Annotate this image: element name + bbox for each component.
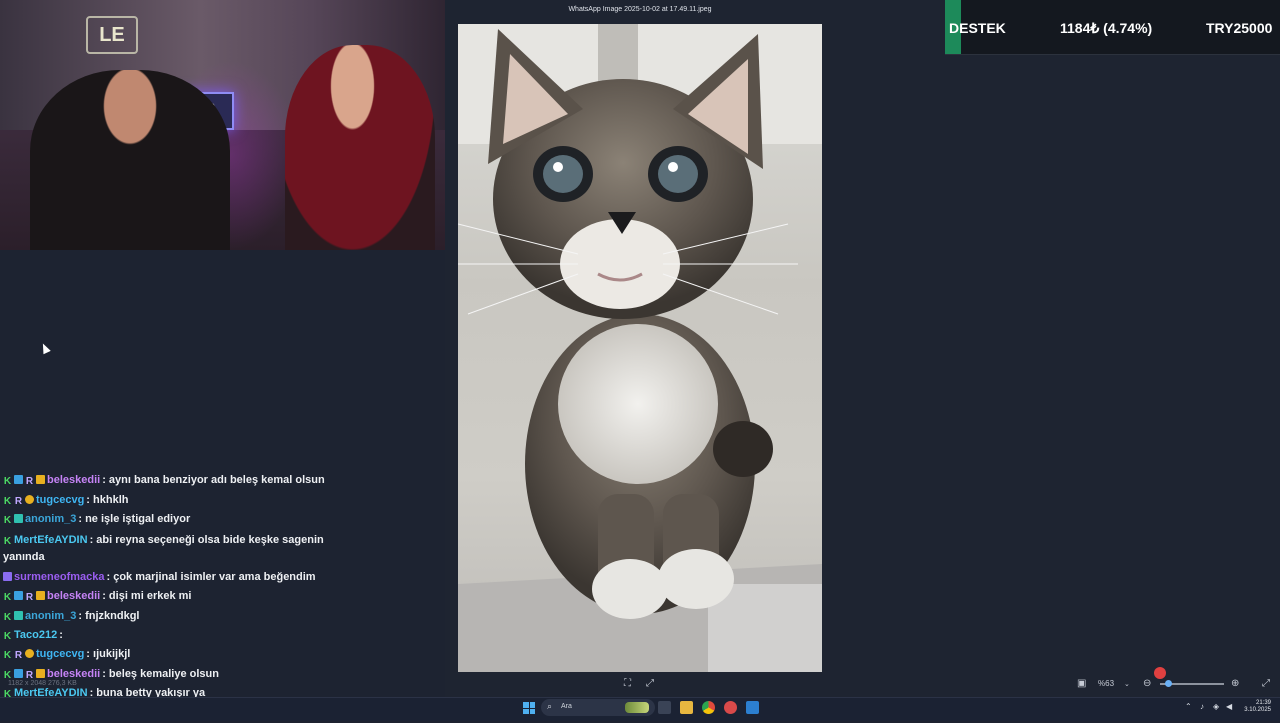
chevron-up-icon[interactable]: ⌃ — [1185, 702, 1192, 711]
chat-badge-k-icon: K — [3, 611, 12, 623]
chat-badge-k-icon: K — [3, 650, 12, 662]
chat-badge-r-icon: R — [25, 592, 34, 604]
chat-text: : ne işle iştigal ediyor — [78, 513, 191, 526]
chat-message: K Rbeleskedii: aynı bana benziyor adı bel… — [0, 472, 328, 489]
chat-message: K Rtugcecvg: ıjukijkjl — [0, 645, 445, 664]
chat-badge-purple-icon — [3, 571, 12, 581]
streamer-right — [285, 45, 435, 250]
search-highlight-icon — [625, 702, 649, 713]
chrome-icon[interactable] — [702, 701, 715, 714]
chat-badge-k-icon: K — [3, 476, 12, 487]
chat-message: surmeneofmacka: çok marjinal isimler var… — [0, 568, 445, 587]
kitten-illustration — [458, 24, 822, 672]
streamer-left — [30, 70, 230, 250]
image-title: WhatsApp Image 2025-10-02 at 17.49.11.jp… — [568, 6, 712, 13]
volume-icon[interactable]: ◀ — [1226, 702, 1232, 711]
webcam-feed: LE R — [0, 0, 445, 250]
donation-amount: 1184₺ (4.74%) — [1060, 20, 1153, 36]
chat-message: K Rtugcecvg: hkhklh — [0, 491, 445, 510]
chat-badge-k-icon: K — [3, 669, 12, 681]
obs-icon[interactable] — [724, 701, 737, 714]
chat-badge-crown-icon — [36, 668, 45, 678]
chat-badge-k-icon: K — [3, 631, 12, 643]
chat-message: K Taco212: — [0, 626, 445, 645]
search-placeholder: Ara — [561, 703, 572, 710]
clock-time: 21:39 — [1255, 700, 1271, 706]
taskbar-search[interactable]: ⌕ Ara — [541, 699, 655, 716]
chat-message: K MertEfeAYDIN: abi reyna seçeneği olsa b… — [0, 532, 328, 566]
chat-message: Kanonim_3: fnjzkndkgl — [0, 607, 445, 626]
zoom-in-icon[interactable]: ⊕ — [1231, 678, 1239, 689]
chat-badge-k-icon: K — [3, 496, 12, 507]
start-button[interactable] — [523, 702, 535, 714]
chat-username[interactable]: tugcecvg — [36, 494, 84, 506]
chat-text: : — [59, 629, 63, 642]
chat-username[interactable]: anonim_3 — [25, 513, 76, 525]
chat-text: : hkhklh — [86, 494, 129, 506]
chat-badge-star-icon — [14, 475, 23, 484]
microphone-icon[interactable]: ♪ — [1200, 702, 1204, 711]
chat-badge-r-icon: R — [14, 650, 23, 662]
image-info: 1182 x 2048 276,3 KB — [8, 680, 77, 687]
zoom-out-icon[interactable]: ⊖ — [1143, 678, 1151, 689]
chat-message: Kanonim_3: ne işle iştigal ediyor — [0, 510, 445, 529]
donation-goal-bar: DESTEK 1184₺ (4.74%) TRY25000 — [945, 0, 1280, 55]
chat-badge-coin-icon — [25, 649, 34, 659]
chat-badge-grid-icon — [14, 610, 23, 620]
fit-screen-icon[interactable]: ⛶ — [624, 678, 631, 689]
chat-text: : çok marjinal isimler var ama beğendim — [106, 570, 316, 583]
notification-badge — [1154, 667, 1166, 679]
donation-label: DESTEK — [949, 20, 1006, 36]
chat-username[interactable]: beleskedii — [47, 590, 100, 602]
slideshow-icon[interactable]: ▣ — [1077, 678, 1086, 689]
zoom-level[interactable]: %63 — [1098, 679, 1114, 688]
zoom-slider-thumb[interactable] — [1165, 680, 1172, 687]
donation-goal: TRY25000 — [1206, 20, 1273, 36]
photos-app-icon[interactable] — [746, 701, 759, 714]
chat-badge-k-icon: K — [3, 535, 12, 547]
chat-text: : dişi mi erkek mi — [102, 590, 192, 603]
kitten-photo — [458, 24, 822, 672]
chat-text: : beleş kemaliye olsun — [102, 667, 219, 680]
chevron-down-icon[interactable]: ⌄ — [1124, 680, 1130, 688]
chat-username[interactable]: surmeneofmacka — [14, 571, 105, 583]
chat-badge-star-icon — [14, 591, 23, 601]
chat-username[interactable]: tugcecvg — [36, 648, 84, 660]
chat-badge-crown-icon — [36, 591, 45, 601]
chat-username[interactable]: MertEfeAYDIN — [14, 534, 88, 546]
chat-badge-k-icon: K — [3, 515, 12, 527]
chat-badge-k-icon: K — [3, 592, 12, 604]
chat-badge-r-icon: R — [14, 496, 23, 507]
chat-username[interactable]: beleskedii — [47, 668, 100, 680]
chat-badge-r-icon: R — [25, 476, 34, 487]
chat-username[interactable]: beleskedii — [47, 474, 100, 486]
chat-badge-r-icon: R — [25, 669, 34, 681]
chat-message: K Rbeleskedii: dişi mi erkek mi — [0, 587, 445, 606]
chat-badge-grid-icon — [14, 514, 23, 524]
chat-text: : fnjzkndkgl — [78, 609, 140, 622]
clock-date: 3.10.2025 — [1244, 707, 1271, 713]
search-icon: ⌕ — [547, 701, 553, 711]
file-explorer-icon[interactable] — [680, 701, 693, 714]
chat-username[interactable]: Taco212 — [14, 629, 57, 641]
chat-badge-star-icon — [14, 668, 23, 678]
chat-text: : ıjukijkjl — [86, 648, 131, 661]
expand-icon[interactable]: ⤢ — [1262, 678, 1270, 689]
fullscreen-icon[interactable]: ⤢ — [646, 678, 654, 689]
clock[interactable]: 21:39 3.10.2025 — [1243, 700, 1271, 714]
neon-sign: LE — [86, 16, 138, 54]
network-icon[interactable]: ◈ — [1213, 702, 1219, 711]
chat-badge-coin-icon — [25, 495, 34, 504]
chat-badge-crown-icon — [36, 475, 45, 484]
chat-text: : aynı bana benziyor adı beleş kemal ols… — [102, 474, 325, 486]
chat-username[interactable]: anonim_3 — [25, 610, 76, 622]
task-view-icon[interactable] — [658, 701, 671, 714]
